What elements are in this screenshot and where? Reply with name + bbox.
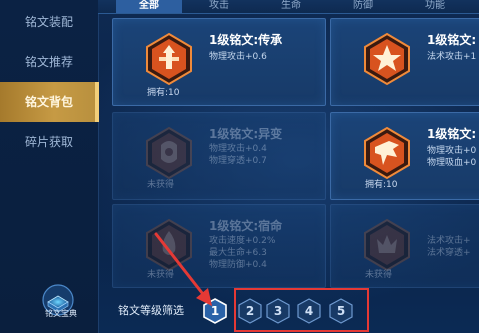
annotation-highlight-box <box>234 288 369 332</box>
sidebar-item-fragments[interactable]: 碎片获取 <box>0 122 98 162</box>
owned-count: 拥有:10 <box>365 180 398 190</box>
owned-status: 未获得 <box>365 270 393 280</box>
inscription-heritage-icon <box>141 31 197 87</box>
card-stat: 物理吸血+0 <box>427 158 477 168</box>
card-title: 1级铭文:传承 <box>209 33 283 47</box>
card-stat: 法术攻击+1 <box>427 52 477 62</box>
tab-health[interactable]: 生命 <box>258 0 324 13</box>
sidebar-item-equip[interactable]: 铭文装配 <box>0 2 98 42</box>
inscription-card[interactable]: 1级铭文: 物理攻击+0 物理吸血+0 拥有:10 <box>330 112 479 200</box>
tab-function[interactable]: 功能 <box>402 0 468 13</box>
inscription-card[interactable]: 法术攻击+ 法术穿透+ 未获得 <box>330 204 479 288</box>
inscription-bird-icon <box>359 125 415 181</box>
card-title: 1级铭文: <box>427 33 477 47</box>
inscription-card[interactable]: 1级铭文:传承 物理攻击+0.6 拥有:10 <box>112 18 326 106</box>
tab-defense[interactable]: 防御 <box>330 0 396 13</box>
inscription-flower-icon <box>359 31 415 87</box>
card-stat: 法术穿透+ <box>427 248 471 258</box>
owned-count: 拥有:10 <box>147 88 180 98</box>
category-tabs: 全部 攻击 生命 防御 功能 <box>98 0 479 14</box>
codex-book-icon[interactable] <box>36 282 80 326</box>
inscription-card[interactable]: 1级铭文:异变 物理攻击+0.4 物理穿透+0.7 未获得 <box>112 112 326 200</box>
inscription-mutation-icon <box>141 125 197 181</box>
inscription-crown-icon <box>359 217 415 273</box>
tab-attack[interactable]: 攻击 <box>186 0 252 13</box>
sidebar: 铭文装配 铭文推荐 铭文背包 碎片获取 铭文宝典 <box>0 0 99 333</box>
tab-all[interactable]: 全部 <box>116 0 182 13</box>
card-title: 1级铭文:异变 <box>209 127 283 141</box>
card-stat: 物理穿透+0.7 <box>209 156 267 166</box>
sidebar-item-backpack[interactable]: 铭文背包 <box>0 82 99 122</box>
annotation-arrow-icon <box>154 232 212 306</box>
owned-status: 未获得 <box>147 180 175 190</box>
card-stat: 物理攻击+0.6 <box>209 52 267 62</box>
codex-label: 铭文宝典 <box>45 309 77 318</box>
sidebar-item-recommend[interactable]: 铭文推荐 <box>0 42 98 82</box>
card-title: 1级铭文: <box>427 127 477 141</box>
inscription-card[interactable]: 1级铭文: 法术攻击+1 <box>330 18 479 106</box>
